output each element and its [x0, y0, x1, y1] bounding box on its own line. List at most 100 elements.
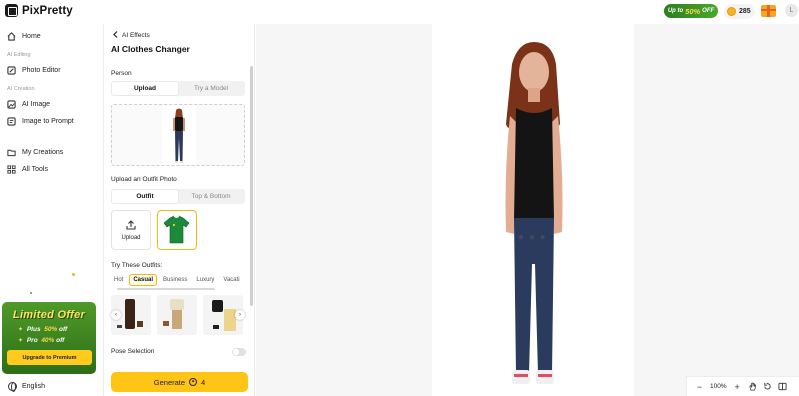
sidebar-item-photo-editor[interactable]: Photo Editor: [7, 66, 61, 75]
pose-selection-label: Pose Selection: [111, 348, 155, 355]
category-luxury[interactable]: Luxury: [193, 274, 217, 286]
generate-cost: 4: [201, 377, 206, 387]
zoom-out-icon[interactable]: −: [695, 382, 704, 392]
offer-plus-line: ✦ Plus 50% off: [18, 326, 67, 333]
sidebar-item-label: Photo Editor: [22, 67, 61, 74]
credit-icon: ✦: [189, 378, 198, 386]
upgrade-button[interactable]: Upgrade to Premium: [7, 350, 92, 365]
person-label: Person: [111, 70, 132, 77]
selected-outfit-thumbnail[interactable]: [157, 210, 197, 250]
globe-icon: [8, 382, 17, 392]
pose-selection-toggle[interactable]: [232, 348, 246, 356]
person-preview-image: ● ● ●: [432, 24, 634, 396]
promo-prefix: Up to: [667, 8, 684, 14]
offer-plus-percent: 50%: [44, 326, 58, 333]
offer-plus-label: Plus: [26, 326, 41, 333]
outfit-label: Upload an Outfit Photo: [111, 176, 177, 183]
sidebar-item-label: AI Image: [22, 101, 51, 108]
sidebar-item-my-creations[interactable]: My Creations: [7, 148, 63, 157]
person-upload-area[interactable]: [111, 104, 245, 166]
avatar[interactable]: L: [785, 4, 798, 17]
language-selector[interactable]: English: [8, 382, 45, 392]
chevron-left-icon: ‹: [115, 312, 117, 318]
try-outfits-label: Try These Outfits:: [111, 262, 163, 269]
hand-pan-icon[interactable]: [748, 382, 757, 391]
zoom-in-icon[interactable]: +: [733, 382, 742, 392]
logo-icon: [5, 4, 18, 17]
tab-try-a-model[interactable]: Try a Model: [178, 82, 244, 95]
sidebar-item-label: My Creations: [22, 149, 64, 156]
image-to-prompt-icon: [7, 117, 16, 126]
sparkle-icon: ✦: [18, 327, 24, 333]
sidebar-item-all-tools[interactable]: All Tools: [7, 165, 48, 174]
chevron-left-icon: [113, 31, 118, 40]
confetti-dot: [72, 273, 75, 276]
generate-button[interactable]: Generate ✦ 4: [111, 372, 248, 392]
sidebar-item-home[interactable]: Home: [7, 32, 41, 41]
page-title: AI Clothes Changer: [111, 44, 190, 54]
offer-pro-label: Pro: [26, 337, 38, 344]
tab-upload[interactable]: Upload: [112, 82, 178, 95]
breadcrumb-label: AI Effects: [122, 32, 150, 39]
tab-top-and-bottom[interactable]: Top & Bottom: [178, 190, 244, 203]
coin-icon: [727, 7, 736, 16]
category-vacation[interactable]: Vacati: [220, 274, 242, 286]
coin-count: 285: [739, 8, 751, 15]
compare-icon[interactable]: [778, 382, 787, 391]
confetti-dot: [30, 292, 32, 294]
upload-label: Upload: [121, 234, 141, 241]
promo-badge[interactable]: Up to 50% OFF: [664, 4, 718, 18]
home-icon: [7, 32, 16, 41]
sidebar-item-label: Home: [22, 33, 41, 40]
sidebar-item-label: Image to Prompt: [22, 118, 74, 125]
folder-icon: [7, 148, 16, 157]
outfit-next-button[interactable]: ›: [235, 310, 245, 320]
sidebar-item-image-to-prompt[interactable]: Image to Prompt: [7, 117, 74, 126]
category-casual[interactable]: Casual: [129, 274, 158, 286]
offer-pro-line: ✦ Pro 40% off: [18, 337, 64, 344]
offer-title: Limited Offer: [12, 309, 86, 321]
sidebar-item-ai-image[interactable]: AI Image: [7, 100, 50, 109]
top-bar: PixPretty Up to 50% OFF 285 L: [0, 0, 799, 24]
app-logo[interactable]: PixPretty: [5, 4, 73, 17]
category-business[interactable]: Business: [160, 274, 190, 286]
zoom-toolbar: − 100% +: [686, 376, 799, 396]
upload-icon: [126, 219, 136, 232]
promo-suffix: OFF: [702, 8, 715, 14]
outfit-category-tabs: Hot Casual Business Luxury Vacati: [111, 274, 251, 287]
outfit-mode-tabs: Outfit Top & Bottom: [111, 189, 245, 204]
category-hot[interactable]: Hot: [111, 274, 126, 286]
app-name: PixPretty: [22, 4, 73, 17]
person-thumbnail: [162, 105, 196, 165]
category-scrollbar[interactable]: [117, 288, 215, 290]
generate-label: Generate: [153, 377, 186, 387]
ai-image-icon: [7, 100, 16, 109]
zoom-level: 100%: [710, 383, 727, 390]
sidebar-section-editing: AI Editing: [7, 52, 31, 58]
offer-pro-suffix: off: [56, 337, 65, 344]
offer-pro-percent: 40%: [41, 337, 55, 344]
tool-panel: AI Effects AI Clothes Changer Person Upl…: [105, 24, 255, 396]
chevron-right-icon: ›: [239, 312, 241, 318]
watermark: ● ● ●: [518, 232, 547, 243]
outfit-preset-2[interactable]: [157, 295, 197, 335]
sparkle-icon: ✦: [18, 338, 24, 344]
outfit-prev-button[interactable]: ‹: [111, 310, 121, 320]
breadcrumb[interactable]: AI Effects: [113, 31, 150, 40]
reset-icon[interactable]: [763, 382, 772, 391]
person-source-tabs: Upload Try a Model: [111, 81, 245, 96]
gift-icon[interactable]: [761, 5, 776, 17]
sidebar-item-label: All Tools: [22, 166, 48, 173]
preview-canvas: ● ● ● − 100% +: [256, 24, 799, 396]
offer-plus-suffix: off: [59, 326, 68, 333]
photo-editor-icon: [7, 66, 16, 75]
tab-outfit[interactable]: Outfit: [112, 190, 178, 203]
limited-offer-card[interactable]: Limited Offer ✦ Plus 50% off ✦ Pro 40% o…: [2, 302, 96, 374]
language-label: English: [22, 383, 45, 390]
sidebar-section-creation: AI Creation: [7, 86, 35, 92]
green-shirt-icon: [163, 215, 190, 244]
outfit-upload-button[interactable]: Upload: [111, 210, 151, 250]
grid-icon: [7, 165, 16, 174]
coin-balance[interactable]: 285: [724, 4, 755, 19]
panel-scrollbar[interactable]: [250, 66, 253, 306]
